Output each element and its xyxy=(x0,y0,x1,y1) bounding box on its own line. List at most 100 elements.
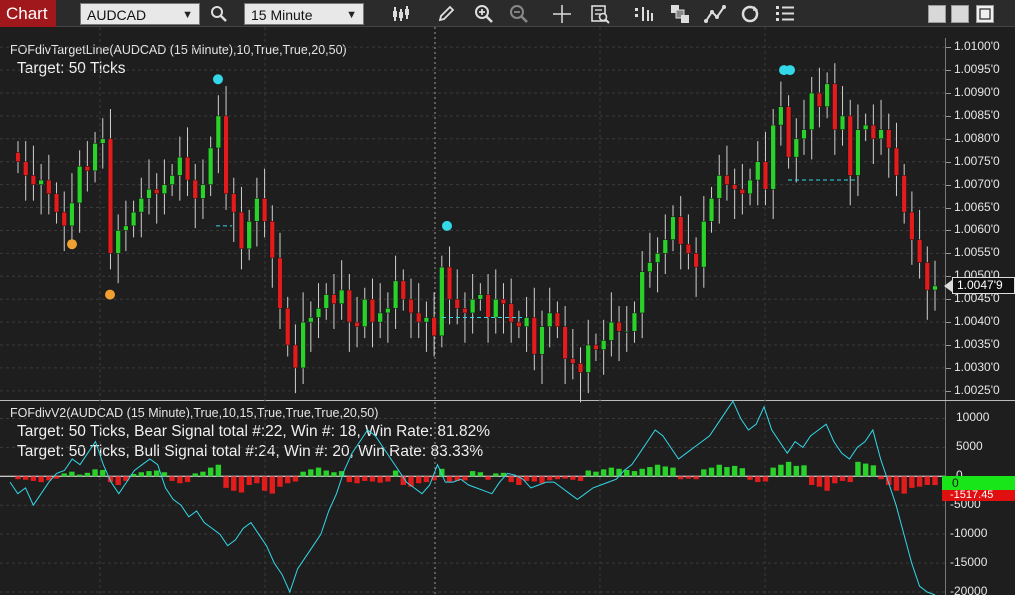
histogram-bar-down xyxy=(23,476,29,480)
histogram-bar-up xyxy=(593,471,599,477)
candle-up xyxy=(377,312,383,323)
histogram-bar-down xyxy=(832,476,838,484)
candle-up xyxy=(747,179,753,195)
candle-up xyxy=(177,156,183,176)
candle-up xyxy=(215,115,221,149)
histogram-bar-down xyxy=(685,476,692,479)
oscillator-line xyxy=(9,400,936,595)
histogram-bar-down xyxy=(377,476,383,483)
candle-down xyxy=(446,266,453,300)
candle-down xyxy=(46,179,52,195)
histogram-bar-down xyxy=(115,476,121,485)
histogram-bar-down xyxy=(246,476,252,485)
candle-down xyxy=(577,363,584,373)
histogram-bar-down xyxy=(570,476,576,480)
candle-down xyxy=(562,326,568,360)
candle-up xyxy=(200,184,206,199)
histogram-bar-up xyxy=(154,470,160,477)
candle-up xyxy=(392,280,399,309)
histogram-bar-up xyxy=(716,464,722,477)
candle-down xyxy=(400,280,406,300)
candle-down xyxy=(832,83,838,130)
histogram-bar-up xyxy=(315,467,322,477)
candle-down xyxy=(269,221,275,259)
histogram-bar-down xyxy=(809,476,815,485)
histogram-bar-up xyxy=(662,466,668,477)
histogram-bar-up xyxy=(308,469,314,477)
candle-down xyxy=(30,175,37,185)
histogram-bar-down xyxy=(508,476,514,483)
candle-down xyxy=(107,138,114,254)
candle-up xyxy=(670,216,676,240)
histogram-bar-up xyxy=(200,471,206,477)
candle-up xyxy=(662,239,668,254)
histogram-bar-down xyxy=(346,476,353,483)
histogram-bar-down xyxy=(847,476,853,483)
candle-up xyxy=(608,321,614,341)
histogram-bar-up xyxy=(739,468,746,477)
candle-up xyxy=(77,166,83,204)
histogram-bar-up xyxy=(146,471,152,477)
histogram-bar-up xyxy=(855,461,861,477)
candle-down xyxy=(816,92,823,107)
candle-up xyxy=(100,138,106,144)
candle-down xyxy=(454,298,460,309)
histogram-bar-down xyxy=(531,476,537,482)
candle-up xyxy=(315,308,322,318)
candle-down xyxy=(369,298,376,323)
candle-up xyxy=(423,317,430,323)
candle-down xyxy=(231,193,237,213)
candle-up xyxy=(254,198,260,222)
candle-up xyxy=(778,106,784,126)
candle-up xyxy=(647,262,653,272)
histogram-bar-down xyxy=(562,476,568,479)
candle-down xyxy=(901,175,907,213)
histogram-bar-down xyxy=(747,476,753,480)
histogram-bar-up xyxy=(84,472,91,477)
histogram-bar-down xyxy=(839,476,846,481)
bear-signal-dot xyxy=(785,65,795,76)
histogram-bar-down xyxy=(693,476,699,480)
candle-up xyxy=(878,129,884,140)
bull-signal-dot xyxy=(67,239,77,250)
histogram-bar-down xyxy=(292,476,299,482)
candle-down xyxy=(346,289,352,323)
histogram-bar-up xyxy=(647,467,653,477)
chart-canvas xyxy=(0,27,945,595)
candle-down xyxy=(331,294,337,305)
candle-up xyxy=(539,326,545,355)
histogram-bar-down xyxy=(523,476,530,481)
histogram-bar-up xyxy=(793,465,799,477)
candle-up xyxy=(624,331,630,333)
histogram-bar-down xyxy=(893,476,900,491)
candle-up xyxy=(585,344,591,373)
histogram-bar-up xyxy=(616,468,622,477)
candle-down xyxy=(431,317,437,337)
histogram-bar-down xyxy=(184,476,191,483)
histogram-bar-up xyxy=(69,471,75,477)
histogram-bar-up xyxy=(493,473,499,477)
candle-down xyxy=(693,253,699,268)
candle-up xyxy=(701,221,707,268)
candle-down xyxy=(84,166,90,172)
histogram-bar-down xyxy=(824,476,830,491)
candle-up xyxy=(161,184,168,195)
candle-down xyxy=(462,308,468,314)
histogram-bar-down xyxy=(909,476,915,488)
histogram-bar-up xyxy=(585,470,591,477)
histogram-bar-down xyxy=(231,476,237,491)
histogram-bar-up xyxy=(708,467,715,477)
candle-up xyxy=(323,294,329,309)
candle-down xyxy=(154,188,160,195)
histogram-bar-up xyxy=(161,472,168,477)
histogram-bar-up xyxy=(801,465,807,477)
histogram-bar-down xyxy=(254,476,260,484)
candle-down xyxy=(916,239,923,263)
histogram-bar-down xyxy=(385,476,391,482)
candle-up xyxy=(123,225,129,231)
candle-up xyxy=(493,298,499,318)
histogram-bar-up xyxy=(100,469,106,477)
histogram-bar-up xyxy=(608,467,615,477)
candle-up xyxy=(92,143,98,172)
candle-up xyxy=(362,298,368,327)
